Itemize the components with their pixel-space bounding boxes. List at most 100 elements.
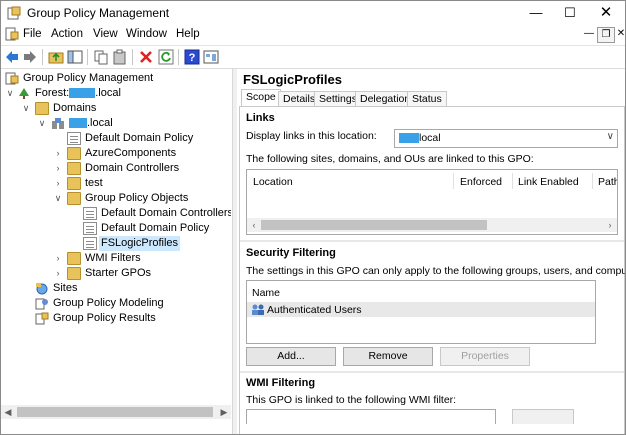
tree-label: AzureComponents <box>85 147 177 159</box>
tree-item-gpo-default-domain-controllers[interactable]: Default Domain Controllers P <box>5 206 231 221</box>
properties-view-icon[interactable] <box>203 49 219 65</box>
column-enforced[interactable]: Enforced <box>460 176 502 188</box>
tree-item-domain-controllers[interactable]: › Domain Controllers <box>5 161 230 176</box>
refresh-icon[interactable] <box>158 49 174 65</box>
links-list[interactable]: Location Enforced Link Enabled Path ‹ › <box>246 169 618 235</box>
wmi-filter-dropdown[interactable] <box>246 409 496 424</box>
tree-item-group-policy-objects[interactable]: ∨ Group Policy Objects <box>5 191 230 206</box>
folder-icon <box>67 192 81 205</box>
tree-horizontal-scrollbar[interactable]: ◀ ▶ <box>1 405 231 419</box>
folder-icon <box>67 252 81 265</box>
wmi-filtering-heading: WMI Filtering <box>246 377 316 389</box>
tree-item-sites[interactable]: Sites <box>5 281 230 296</box>
security-entry-label: Authenticated Users <box>267 304 362 316</box>
tree-label-selected: FSLogicProfiles <box>99 236 181 251</box>
scroll-left-icon[interactable]: ◀ <box>1 405 15 419</box>
redacted-domain-name <box>69 118 87 129</box>
forest-icon <box>19 88 29 99</box>
chevron-right-icon[interactable]: › <box>53 176 63 191</box>
toolbar-separator <box>87 49 88 65</box>
tree-label: Default Domain Policy <box>101 222 210 234</box>
security-filtering-list[interactable]: Name Authenticated Users <box>246 280 596 344</box>
tree-label: WMI Filters <box>85 252 141 264</box>
column-location[interactable]: Location <box>253 176 293 188</box>
tree-item-domains[interactable]: ∨ Domains <box>5 101 230 116</box>
scroll-right-icon[interactable]: ▶ <box>217 405 231 419</box>
mdi-minimize-icon[interactable]: — <box>581 27 597 41</box>
domain-label-suffix: .local <box>87 117 113 129</box>
scope-tab-panel: Links Display links in this location: lo… <box>239 106 625 434</box>
menu-window[interactable]: Window <box>126 28 167 40</box>
menu-action[interactable]: Action <box>51 28 83 40</box>
gpmc-window: Group Policy Management — ☐ ✕ File Actio… <box>0 0 626 435</box>
list-item[interactable]: Authenticated Users <box>247 302 595 317</box>
properties-button[interactable]: Properties <box>440 347 530 366</box>
chevron-right-icon[interactable]: › <box>53 251 63 266</box>
tree-item-group-policy-results[interactable]: Group Policy Results <box>5 311 230 326</box>
tree-label: test <box>85 177 103 189</box>
tree-item-gpmc-root[interactable]: Group Policy Management <box>5 71 230 86</box>
chevron-down-icon[interactable]: ∨ <box>37 116 47 131</box>
tree-item-starter-gpos[interactable]: › Starter GPOs <box>5 266 230 281</box>
console-menu-icon[interactable] <box>5 27 19 41</box>
tree-item-group-policy-modeling[interactable]: Group Policy Modeling <box>5 296 230 311</box>
tree-label: Default Domain Controllers P <box>101 207 231 219</box>
paste-icon[interactable] <box>112 49 128 65</box>
tree-item-forest[interactable]: ∨ Forest: .local <box>5 86 230 101</box>
chevron-right-icon[interactable]: › <box>53 266 63 281</box>
modeling-icon <box>35 298 48 310</box>
column-name[interactable]: Name <box>252 287 280 299</box>
chevron-down-icon[interactable]: ∨ <box>5 86 15 101</box>
scroll-left-icon[interactable]: ‹ <box>247 218 261 232</box>
section-divider <box>240 371 624 373</box>
forest-label-prefix: Forest: <box>35 87 70 99</box>
tree-item-test[interactable]: › test <box>5 176 230 191</box>
menu-help[interactable]: Help <box>176 28 200 40</box>
toolbar-separator <box>132 49 133 65</box>
chevron-down-icon[interactable]: ∨ <box>53 191 63 206</box>
chevron-down-icon[interactable]: ∨ <box>607 131 614 142</box>
help-icon[interactable]: ? <box>184 49 200 65</box>
sites-icon <box>36 283 48 295</box>
back-icon[interactable] <box>4 49 20 65</box>
gpo-icon <box>83 207 97 220</box>
gpo-title: FSLogicProfiles <box>243 72 342 87</box>
tree-label: Group Policy Objects <box>85 192 189 204</box>
scrollbar-thumb[interactable] <box>17 407 213 417</box>
tree-label: Group Policy Management <box>23 72 154 84</box>
close-button[interactable]: ✕ <box>589 1 623 25</box>
tree-item-domain[interactable]: ∨ .local <box>5 116 230 131</box>
title-bar[interactable]: Group Policy Management — ☐ ✕ <box>1 1 625 25</box>
links-horizontal-scrollbar[interactable]: ‹ › <box>247 218 617 232</box>
scrollbar-thumb[interactable] <box>261 220 487 230</box>
chevron-right-icon[interactable]: › <box>53 161 63 176</box>
menu-view[interactable]: View <box>93 28 118 40</box>
maximize-button[interactable]: ☐ <box>553 1 587 25</box>
tree-item-gpo-default-domain-policy[interactable]: Default Domain Policy <box>5 221 230 236</box>
tree-item-azurecomponents[interactable]: › AzureComponents <box>5 146 230 161</box>
tree-item-default-domain-policy-link[interactable]: Default Domain Policy <box>5 131 230 146</box>
column-path[interactable]: Path <box>598 176 617 188</box>
menu-file[interactable]: File <box>23 28 42 40</box>
scroll-right-icon[interactable]: › <box>603 218 617 232</box>
open-wmi-filter-button[interactable] <box>512 409 574 424</box>
results-icon <box>35 312 49 325</box>
tree-item-wmi-filters[interactable]: › WMI Filters <box>5 251 230 266</box>
mdi-close-icon[interactable]: ✕ <box>613 27 625 41</box>
chevron-down-icon[interactable]: ∨ <box>21 101 31 116</box>
copy-icon[interactable] <box>93 49 109 65</box>
forward-icon[interactable] <box>22 49 38 65</box>
location-dropdown[interactable]: local ∨ <box>394 129 618 148</box>
remove-button[interactable]: Remove <box>343 347 433 366</box>
show-hide-tree-icon[interactable] <box>67 49 83 65</box>
tree-label: Domains <box>53 102 97 114</box>
tree-item-gpo-fslogicprofiles[interactable]: FSLogicProfiles <box>5 236 230 251</box>
chevron-right-icon[interactable]: › <box>53 146 63 161</box>
minimize-button[interactable]: — <box>519 1 553 25</box>
column-link-enabled[interactable]: Link Enabled <box>518 176 579 188</box>
security-filtering-heading: Security Filtering <box>246 247 336 259</box>
up-folder-icon[interactable] <box>48 49 64 65</box>
delete-icon[interactable] <box>138 49 154 65</box>
domain-icon <box>52 118 64 129</box>
add-button[interactable]: Add... <box>246 347 336 366</box>
